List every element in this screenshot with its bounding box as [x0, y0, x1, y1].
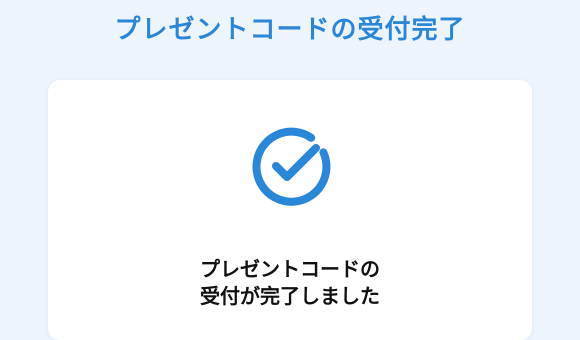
- page-title: プレゼントコードの受付完了: [114, 15, 466, 45]
- confirmation-message-line-1: プレゼントコードの: [200, 257, 380, 281]
- check-circle-icon: [245, 120, 335, 210]
- confirmation-message-line-2: 受付が完了しました: [200, 284, 380, 308]
- confirmation-card: プレゼントコードの 受付が完了しました: [48, 80, 532, 340]
- confirmation-message: プレゼントコードの 受付が完了しました: [48, 256, 532, 310]
